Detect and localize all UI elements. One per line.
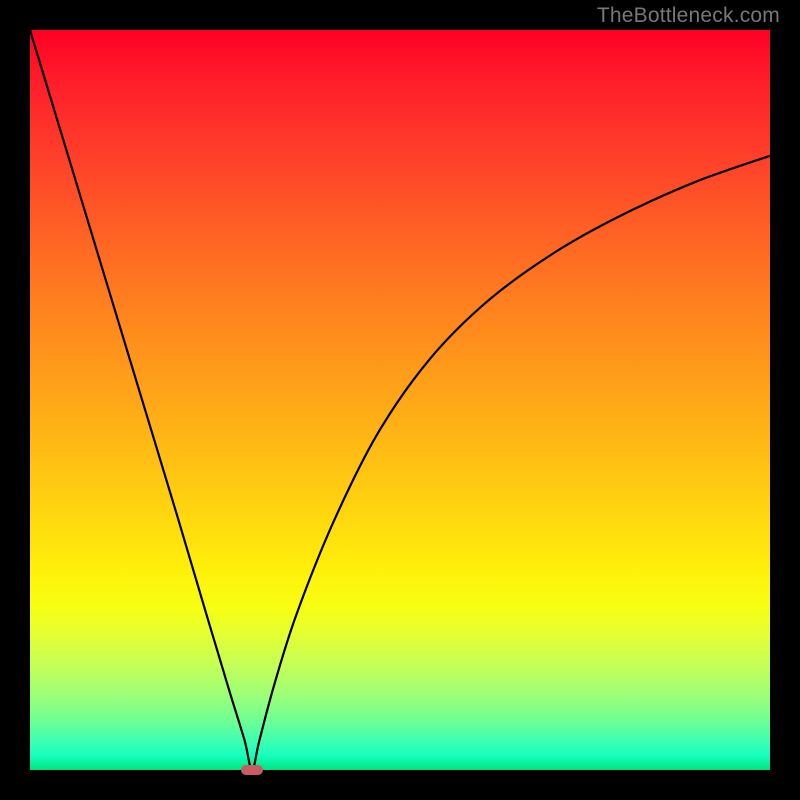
curve-svg bbox=[30, 30, 770, 770]
bottleneck-curve-path bbox=[30, 30, 770, 770]
chart-container: TheBottleneck.com bbox=[0, 0, 800, 800]
watermark-text: TheBottleneck.com bbox=[597, 4, 780, 28]
plot-area bbox=[30, 30, 770, 770]
minimum-marker bbox=[241, 765, 263, 775]
